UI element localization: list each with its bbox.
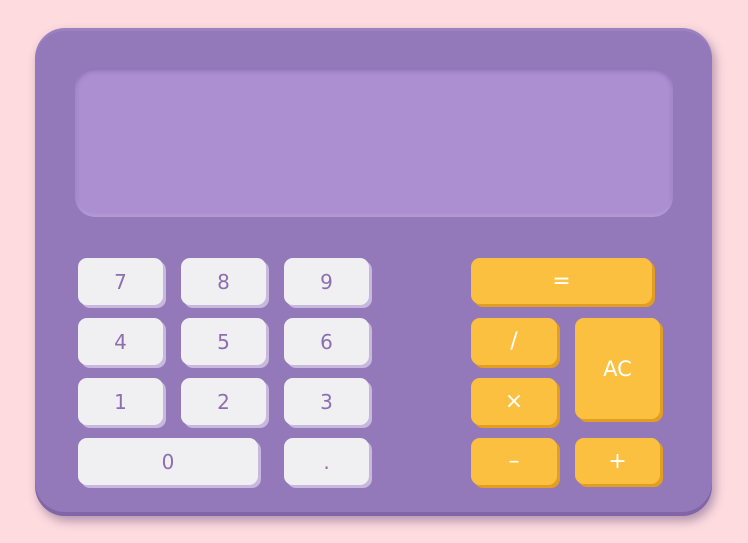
key-8-label: 8 bbox=[217, 269, 230, 294]
key-divide[interactable]: / bbox=[471, 318, 557, 365]
key-6[interactable]: 6 bbox=[284, 318, 369, 365]
key-clear[interactable]: AC bbox=[575, 318, 660, 419]
key-9-label: 9 bbox=[320, 269, 333, 294]
key-0-label: 0 bbox=[161, 449, 175, 474]
key-decimal-label: . bbox=[323, 449, 330, 474]
key-add[interactable]: + bbox=[575, 438, 660, 484]
key-7-label: 7 bbox=[114, 269, 127, 294]
key-equals[interactable]: = bbox=[471, 258, 652, 304]
key-1-label: 1 bbox=[114, 389, 127, 414]
key-clear-label: AC bbox=[603, 356, 632, 381]
key-6-label: 6 bbox=[320, 329, 333, 354]
key-divide-label: / bbox=[510, 329, 518, 354]
key-9[interactable]: 9 bbox=[284, 258, 369, 305]
key-multiply-label: × bbox=[504, 389, 524, 414]
key-4-label: 4 bbox=[114, 329, 127, 354]
key-decimal[interactable]: . bbox=[284, 438, 369, 485]
key-2-label: 2 bbox=[217, 389, 230, 414]
key-subtract-label: – bbox=[508, 449, 520, 474]
key-3-label: 3 bbox=[320, 389, 333, 414]
key-5-label: 5 bbox=[217, 329, 230, 354]
key-equals-label: = bbox=[552, 268, 571, 294]
calculator-display bbox=[75, 68, 673, 217]
key-5[interactable]: 5 bbox=[181, 318, 266, 365]
key-subtract[interactable]: – bbox=[471, 438, 557, 485]
key-2[interactable]: 2 bbox=[181, 378, 266, 425]
key-7[interactable]: 7 bbox=[78, 258, 163, 305]
key-4[interactable]: 4 bbox=[78, 318, 163, 365]
key-3[interactable]: 3 bbox=[284, 378, 369, 425]
key-1[interactable]: 1 bbox=[78, 378, 163, 425]
key-0[interactable]: 0 bbox=[78, 438, 258, 485]
key-multiply[interactable]: × bbox=[471, 378, 557, 425]
key-add-label: + bbox=[608, 448, 627, 474]
key-8[interactable]: 8 bbox=[181, 258, 266, 305]
